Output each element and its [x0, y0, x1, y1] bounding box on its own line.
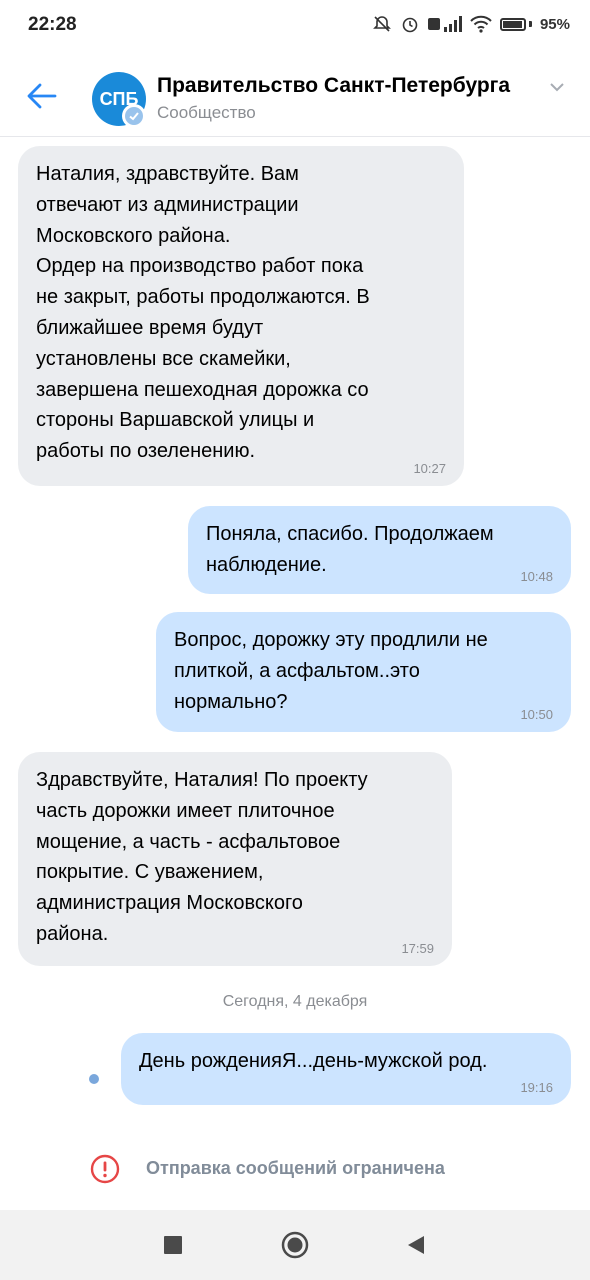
message-text: День рожденияЯ...день-мужской род. [139, 1050, 488, 1072]
message-bubble-outgoing[interactable]: День рожденияЯ...день-мужской род. 19:16 [121, 1033, 571, 1105]
system-nav-bar [0, 1210, 590, 1280]
mute-icon [372, 14, 392, 34]
chevron-down-icon[interactable] [548, 80, 566, 98]
verified-icon [122, 104, 146, 128]
back-button[interactable] [22, 76, 62, 116]
chat-header: СПБ Правительство Санкт-Петербурга Сообщ… [0, 56, 590, 137]
message-text: Поняла, спасибо. Продолжаем наблюдение. [206, 523, 494, 576]
message-text: Здравствуйте, Наталия! По проекту часть … [36, 769, 368, 945]
circle-icon [281, 1231, 309, 1259]
date-separator: Сегодня, 4 декабря [222, 993, 368, 1010]
restricted-notice: Отправка сообщений ограничена [0, 1148, 590, 1188]
arrow-left-icon [27, 83, 57, 109]
recents-button[interactable] [138, 1210, 208, 1280]
back-nav-button[interactable] [381, 1210, 451, 1280]
alarm-icon [400, 14, 420, 34]
warning-icon [90, 1154, 120, 1189]
message-time: 10:50 [520, 707, 553, 722]
message-time: 10:27 [413, 461, 446, 476]
home-button[interactable] [260, 1210, 330, 1280]
message-bubble-incoming[interactable]: Здравствуйте, Наталия! По проекту часть … [18, 752, 452, 966]
battery-icon [499, 17, 532, 31]
message-bubble-outgoing[interactable]: Поняла, спасибо. Продолжаем наблюдение. … [188, 506, 571, 594]
chat-subtitle: Сообщество [157, 103, 256, 122]
status-bar: 22:28 95% [0, 0, 590, 56]
status-time: 22:28 [28, 14, 77, 35]
message-time: 10:48 [520, 569, 553, 584]
triangle-back-icon [408, 1236, 424, 1254]
chat-title[interactable]: Правительство Санкт-Петербурга [157, 74, 510, 98]
square-icon [164, 1236, 182, 1254]
message-text: Наталия, здравствуйте. Вам отвечают из а… [36, 163, 370, 463]
unread-indicator [89, 1074, 99, 1084]
message-time: 19:16 [520, 1080, 553, 1095]
restricted-text: Отправка сообщений ограничена [146, 1158, 445, 1178]
message-text: Вопрос, дорожку эту продлили не плиткой,… [174, 629, 488, 713]
status-icons: 95% [372, 14, 570, 34]
message-time: 17:59 [401, 941, 434, 956]
signal-icon [427, 15, 462, 33]
battery-percent: 95% [539, 15, 570, 33]
message-bubble-incoming[interactable]: Наталия, здравствуйте. Вам отвечают из а… [18, 146, 464, 486]
wifi-icon [470, 15, 492, 33]
message-bubble-outgoing[interactable]: Вопрос, дорожку эту продлили не плиткой,… [156, 612, 571, 732]
